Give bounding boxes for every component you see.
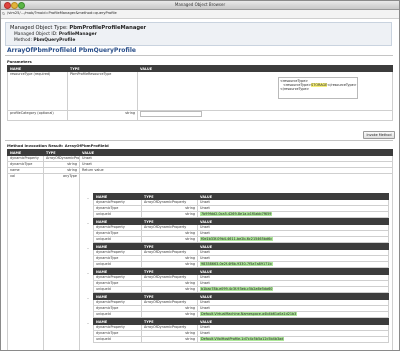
browser-window: Managed Object Browser ↻ /vim25/…/mob/?m… <box>0 0 400 351</box>
xml-line-3: </resourceType> <box>280 87 310 91</box>
field-value: 7b99fdd2-0ca5-4269-8e1a-b1f0abb7f659 <box>197 211 389 218</box>
table-row: uniqueId string Default-VVolHostProfile-1d… <box>93 336 389 343</box>
parameters-table: NAME TYPE VALUE resourceType (required) … <box>7 65 393 121</box>
field-type: string <box>141 286 198 293</box>
param-name: profileCategory <box>10 111 37 116</box>
invoke-method-button[interactable]: Invoke Method <box>363 131 395 139</box>
field-value: 98358663-0e2f-4f6b-9330-7f5a7a89171b <box>197 261 389 268</box>
profile-id-table: NAME TYPE VALUE dynamicProperty ArrayOfDynam… <box>93 293 389 318</box>
storage-highlight: STORAGE <box>311 83 328 87</box>
unique-id-value: 98358663-0e2f-4f6b-9330-7f5a7a89171b <box>200 262 273 266</box>
mo-type-line: Managed Object Type: PbmProfileProfileMa… <box>10 25 146 31</box>
param-type: string <box>67 110 138 121</box>
profile-id-table: NAME TYPE VALUE dynamicProperty ArrayOfDynam… <box>93 218 389 243</box>
divider <box>5 55 393 56</box>
param-qualifier: (required) <box>33 72 51 77</box>
field-value: Default-VVolHostProfile-1d7c4c5b5a12c5b4… <box>197 336 389 343</box>
field-name: uniqueId <box>93 236 142 243</box>
list-item-bullet: – <box>87 271 89 276</box>
field-value: f0e1b33f-09b4-4611-be2b-6c215465bd6c <box>197 236 389 243</box>
method-line: Method: PbmQueryProfile <box>14 38 75 43</box>
mo-type-value: PbmProfileProfileManager <box>69 25 147 31</box>
field-value: b1bac78b-e099-4c3f-93eb-c5b2a6e5da60 <box>197 286 389 293</box>
unique-id-value: Default-VirtualMachine-Namespace-a4b4b61… <box>200 312 298 316</box>
table-row: uniqueId string 7b99fdd2-0ca5-4269-8e1a-b1… <box>93 211 389 218</box>
list-item-bullet: – <box>87 246 89 251</box>
field-name: uniqueId <box>93 211 142 218</box>
field-value: Default-VirtualMachine-Namespace-a4b4b61… <box>197 311 389 318</box>
profile-id-table: NAME TYPE VALUE dynamicProperty ArrayOfDynam… <box>93 243 389 268</box>
resource-type-textarea[interactable]: <resourceType> <resourceType>STORAGE</re… <box>278 77 358 99</box>
field-name: uniqueId <box>93 286 142 293</box>
result-heading: Method Invocation Result: ArrayOfPbmProf… <box>7 143 109 148</box>
param-qualifier: (optional) <box>37 111 54 116</box>
field-type: string <box>141 236 198 243</box>
table-row: uniqueId string 98358663-0e2f-4f6b-9330-7f… <box>93 261 389 268</box>
table-row: resourceType (required) PbmProfileResour… <box>7 71 393 111</box>
table-row: uniqueId string b1bac78b-e099-4c3f-93eb-c5… <box>93 286 389 293</box>
unique-id-value: f0e1b33f-09b4-4611-be2b-6c215465bd6c <box>200 237 274 241</box>
page-content: Managed Object Type: PbmProfileProfileMa… <box>1 19 399 350</box>
profile-category-input[interactable] <box>140 111 202 117</box>
parameters-heading: Parameters <box>7 59 32 64</box>
field-type: string <box>141 336 198 343</box>
param-name-cell: resourceType (required) <box>7 71 68 111</box>
field-type: string <box>141 311 198 318</box>
result-type: anyType <box>43 173 80 350</box>
object-header: Managed Object Type: PbmProfileProfileMa… <box>5 22 392 46</box>
mo-id-line: Managed Object ID: ProfileManager <box>14 32 97 37</box>
url-text[interactable]: /vim25/…/mob/?moid=ProfileManager&method… <box>7 11 117 15</box>
list-item-bullet: – <box>87 321 89 326</box>
title-bar: Managed Object Browser <box>1 1 399 10</box>
param-value-cell: <resourceType> <resourceType>STORAGE</re… <box>137 71 393 111</box>
table-row: profileCategory (optional) string <box>7 110 393 121</box>
mo-id-value: ProfileManager <box>58 32 97 37</box>
mo-type-label: Managed Object Type: <box>10 25 68 31</box>
field-type: string <box>141 261 198 268</box>
window-title: Managed Object Browser <box>174 2 226 7</box>
unique-id-value: Default-VVolHostProfile-1d7c4c5b5a12c5b4… <box>200 337 285 341</box>
profile-id-table: NAME TYPE VALUE dynamicProperty ArrayOfDynam… <box>93 193 389 218</box>
param-value-cell <box>137 110 393 121</box>
profile-id-table: NAME TYPE VALUE dynamicProperty ArrayOfDynam… <box>93 318 389 343</box>
field-name: uniqueId <box>93 336 142 343</box>
field-name: uniqueId <box>93 261 142 268</box>
list-item-bullet: – <box>87 221 89 226</box>
table-row: uniqueId string f0e1b33f-09b4-4611-be2b-6c… <box>93 236 389 243</box>
mo-id-label: Managed Object ID: <box>14 32 58 37</box>
operation-title: ArrayOfPbmProfileId PbmQueryProfile <box>7 47 136 54</box>
list-item-bullet: – <box>87 296 89 301</box>
field-name: uniqueId <box>93 311 142 318</box>
field-type: string <box>141 211 198 218</box>
table-row: uniqueId string Default-VirtualMachine-Nam… <box>93 311 389 318</box>
divider <box>5 140 393 141</box>
unique-id-value: 7b99fdd2-0ca5-4269-8e1a-b1f0abb7f659 <box>200 212 273 216</box>
list-item-bullet: – <box>87 196 89 201</box>
param-type: PbmProfileResourceType <box>67 71 138 111</box>
param-name: resourceType <box>10 72 33 77</box>
method-label: Method: <box>14 38 32 43</box>
result-name: val <box>7 173 44 350</box>
method-value: PbmQueryProfile <box>33 38 76 43</box>
param-name-cell: profileCategory (optional) <box>7 110 68 121</box>
unique-id-value: b1bac78b-e099-4c3f-93eb-c5b2a6e5da60 <box>200 287 274 291</box>
profile-id-table: NAME TYPE VALUE dynamicProperty ArrayOfDynam… <box>93 268 389 293</box>
refresh-icon[interactable]: ↻ <box>2 11 5 16</box>
address-bar[interactable]: ↻ /vim25/…/mob/?moid=ProfileManager&meth… <box>1 10 399 19</box>
